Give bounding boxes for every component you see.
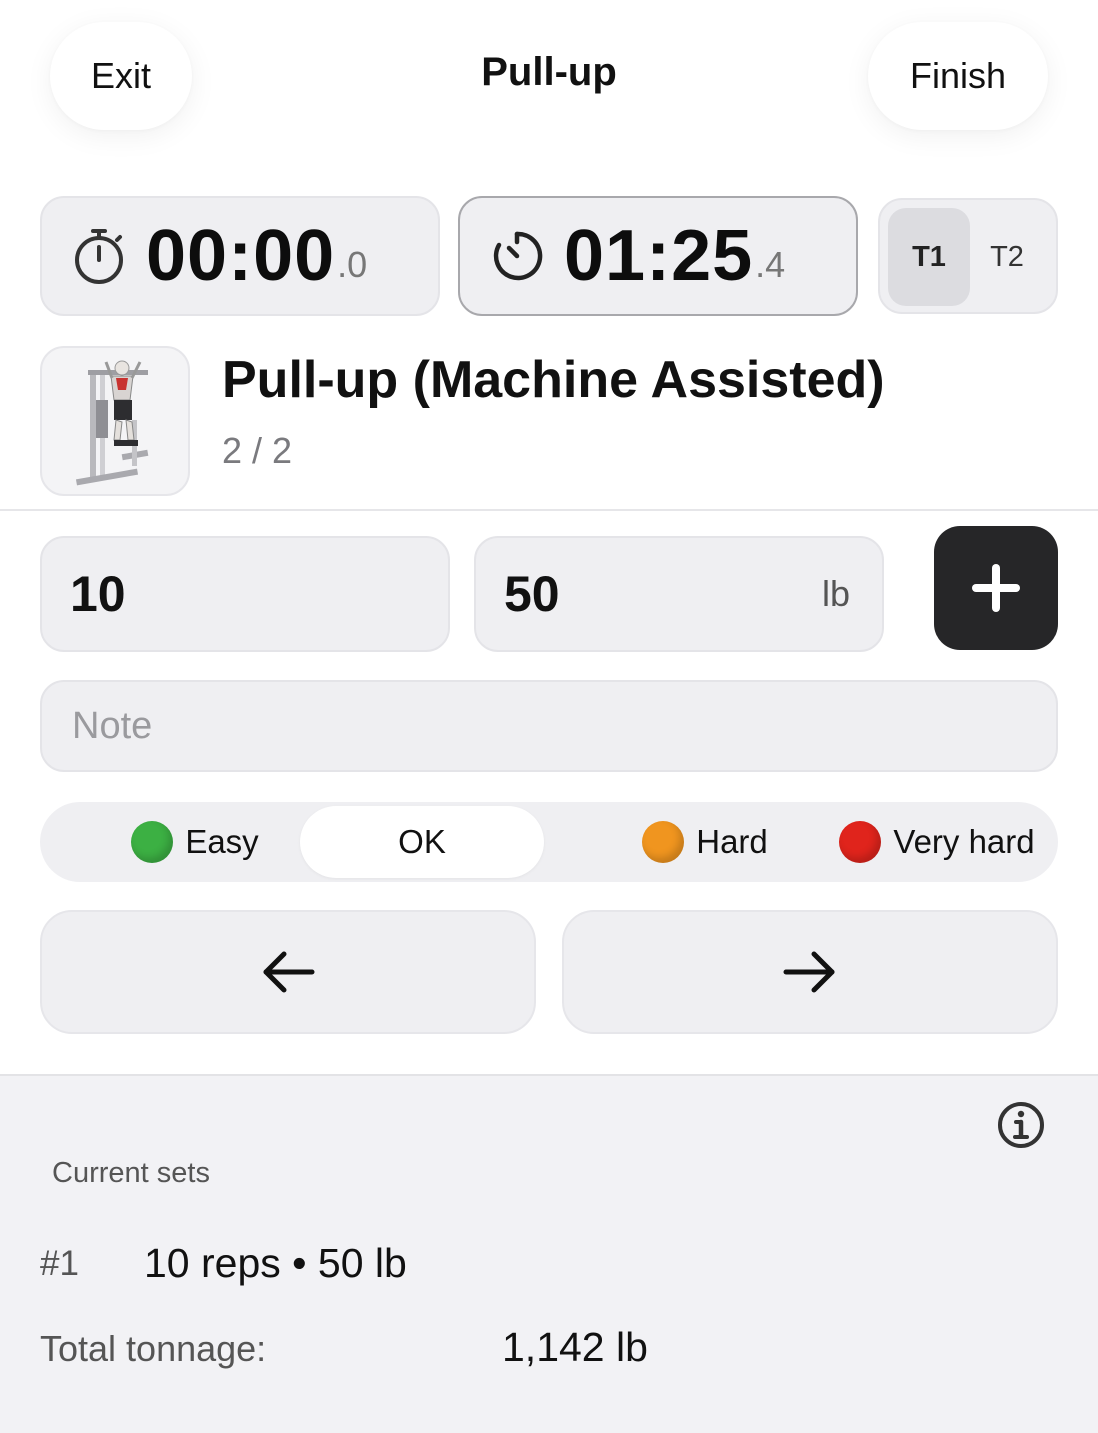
plus-icon <box>972 564 1020 612</box>
countdown-timer-icon <box>493 231 543 281</box>
timer-tab-t2[interactable]: T2 <box>966 208 1048 306</box>
difficulty-ok[interactable]: OK <box>300 806 544 878</box>
difficulty-label: OK <box>398 823 446 860</box>
total-tonnage-label: Total tonnage: <box>40 1328 267 1369</box>
reps-input[interactable]: 10 <box>40 536 450 652</box>
reps-value: 10 <box>70 566 126 622</box>
rest-time: 01:25 <box>564 216 754 296</box>
elapsed-timer[interactable]: 00:00 .0 <box>40 196 440 316</box>
difficulty-very-hard[interactable]: Very hard <box>816 806 1058 878</box>
workout-screen: Exit Pull-up Finish 00:00 .0 01:25 .4 T1… <box>0 0 1098 1433</box>
exercise-thumbnail[interactable] <box>40 346 190 496</box>
elapsed-time-fraction: .0 <box>337 244 368 285</box>
stopwatch-icon <box>75 229 123 284</box>
set-progress: 2 / 2 <box>222 430 293 471</box>
set-index: #1 <box>40 1244 79 1283</box>
timer-tab-t1[interactable]: T1 <box>888 208 970 306</box>
current-sets-heading: Current sets <box>52 1157 210 1189</box>
page-title: Pull-up <box>481 50 617 94</box>
finish-button[interactable]: Finish <box>868 22 1048 130</box>
difficulty-label: Easy <box>185 823 259 860</box>
green-dot-icon <box>131 821 174 863</box>
exit-button[interactable]: Exit <box>50 22 192 130</box>
arrow-right-icon <box>783 951 835 993</box>
previous-set-button[interactable] <box>40 910 536 1034</box>
exercise-name: Pull-up (Machine Assisted) <box>222 351 885 409</box>
difficulty-easy[interactable]: Easy <box>80 806 310 878</box>
elapsed-time: 00:00 <box>146 216 336 296</box>
info-button[interactable] <box>996 1100 1046 1150</box>
weight-input[interactable]: 50 lb <box>474 536 884 652</box>
total-tonnage-value: 1,142 lb <box>502 1324 648 1370</box>
note-field[interactable]: Note <box>40 680 1058 772</box>
difficulty-label: Very hard <box>893 823 1035 860</box>
next-set-button[interactable] <box>562 910 1058 1034</box>
difficulty-label: Hard <box>696 823 768 860</box>
set-detail: 10 reps • 50 lb <box>144 1240 407 1286</box>
arrow-left-icon <box>263 951 315 993</box>
weight-value: 50 <box>504 566 560 622</box>
rest-time-fraction: .4 <box>755 244 786 285</box>
rest-timer[interactable]: 01:25 .4 <box>458 196 858 316</box>
difficulty-hard[interactable]: Hard <box>590 806 820 878</box>
difficulty-selector: Easy OK Hard Very hard <box>40 802 1058 882</box>
orange-dot-icon <box>642 821 685 863</box>
assisted-pullup-machine-icon <box>75 360 149 486</box>
info-icon <box>998 1102 1044 1148</box>
timer-selector: T1 T2 <box>878 198 1058 314</box>
add-set-button[interactable] <box>934 526 1058 650</box>
red-dot-icon <box>839 821 882 863</box>
divider <box>0 509 1098 511</box>
weight-unit: lb <box>821 573 850 614</box>
